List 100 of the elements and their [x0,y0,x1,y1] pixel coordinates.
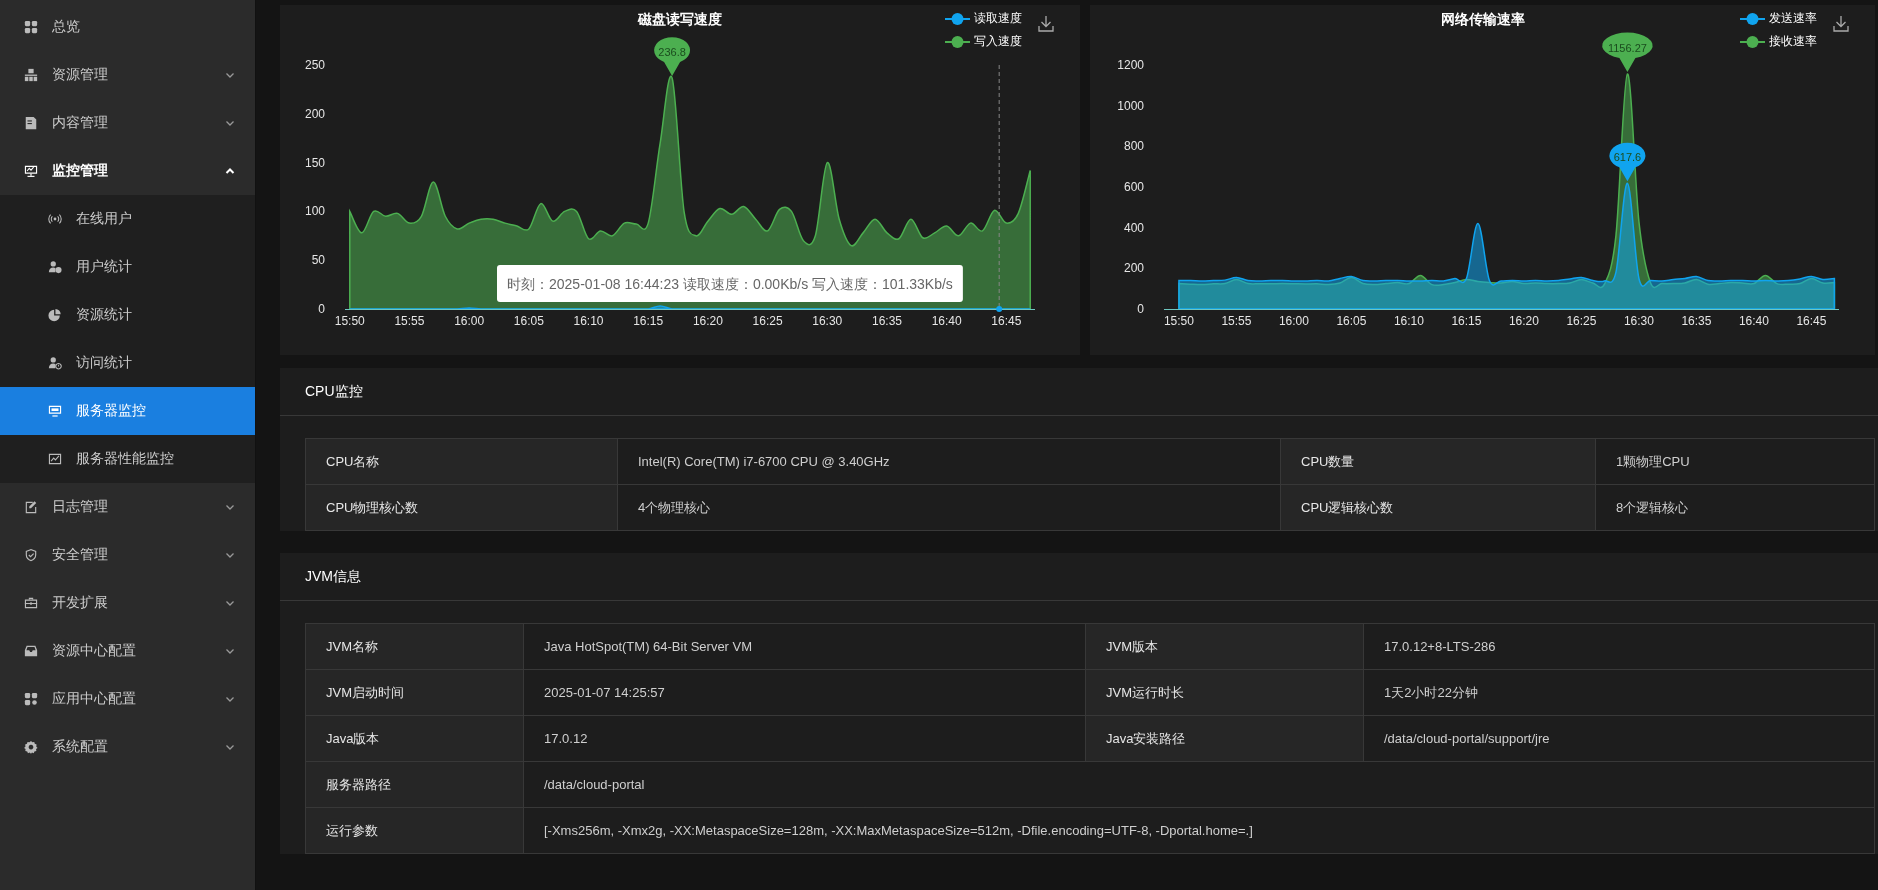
axis-tick-label: 16:15 [1451,314,1482,328]
value-cell: 1颗物理CPU [1596,439,1875,485]
section-title: JVM信息 [280,553,1878,601]
axis-tick-label: 150 [304,155,325,170]
chart-title: 网络传输速率 [1440,11,1525,27]
label-cell: CPU名称 [306,439,618,485]
axis-tick-label: 16:45 [991,314,1022,328]
axis-tick-label: 800 [1123,139,1144,154]
axis-tick-label: 16:20 [692,314,723,328]
axis-tick-label: 600 [1123,180,1144,194]
legend-item[interactable]: 写入速度 [945,33,1022,50]
axis-tick-label: 16:25 [752,314,783,328]
axis-tick-label: 1000 [1117,98,1144,113]
legend-item[interactable]: 接收速率 [1740,33,1817,50]
chevron-down-icon [225,646,235,656]
axis-tick-label: 16:35 [1681,314,1712,328]
section-title: CPU监控 [280,368,1878,416]
annotation: 时刻：2025-01-08 16:44:23 读取速度：0.00Kb/s 写入速度：101.33Kb/s [507,275,953,292]
axis-tick-label: 15:50 [1163,314,1194,328]
menu-group[interactable]: 资源中心配置 [0,627,255,675]
axis-tick-label: 16:40 [931,314,962,328]
download-icon[interactable] [1038,15,1054,32]
axis-tick-label: 1200 [1117,58,1144,72]
annotation: 236.8 [658,45,686,58]
legend-item[interactable]: 发送速率 [1740,10,1817,27]
chevron-down-icon [225,550,235,560]
briefcase-icon [24,596,38,610]
value-cell: Intel(R) Core(TM) i7-6700 CPU @ 3.40GHz [618,439,1281,485]
value-cell: [-Xms256m, -Xmx2g, -XX:MetaspaceSize=128m, -XX:MaxMetaspaceSize=512m, -Dfile.encoding=UTF-8, -Dportal.home=.] [524,808,1875,854]
menu-group[interactable]: 日志管理 [0,483,255,531]
user-chart-icon [48,260,62,274]
axis-tick-label: 16:10 [1393,314,1424,328]
menu-group[interactable]: 监控管理 [0,147,255,195]
label-cell: JVM名称 [306,624,524,670]
label-cell: Java版本 [306,716,524,762]
user-clock-icon [48,356,62,370]
label-cell: 服务器路径 [306,762,524,808]
submenu-item[interactable]: 访问统计 [0,339,255,387]
menu-group[interactable]: 内容管理 [0,99,255,147]
axis-tick-label: 100 [304,204,325,219]
axis-tick-label: 16:05 [1336,314,1367,328]
label-cell: 运行参数 [306,808,524,854]
max-value-pin: 236.8 [654,37,691,76]
chart-tooltip: 时刻：2025-01-08 16:44:23 读取速度：0.00Kb/s 写入速度：101.33Kb/s [497,265,963,302]
menu-group[interactable]: 开发扩展 [0,579,255,627]
value-cell: 4个物理核心 [618,485,1281,531]
axis-tick-label: 16:45 [1796,314,1827,328]
axis-tick-label: 16:30 [1623,314,1654,328]
axis-tick-label: 250 [304,58,325,72]
label-cell: JVM版本 [1086,624,1364,670]
label-cell: CPU数量 [1281,439,1596,485]
label-cell: CPU逻辑核心数 [1281,485,1596,531]
submenu-item[interactable]: 服务器监控 [0,387,255,435]
document-icon [24,116,38,130]
axis-tick-label: 400 [1123,220,1144,235]
grid-icon [24,20,38,34]
shield-icon [24,548,38,562]
menu-group[interactable]: 系统配置 [0,723,255,771]
axis-tick-label: 16:15 [633,314,664,328]
value-cell: /data/cloud-portal [524,762,1875,808]
axis-tick-label: 0 [318,302,325,316]
label-cell: JVM启动时间 [306,670,524,716]
annotation: 617.6 [1613,151,1642,164]
submenu-item[interactable]: 资源统计 [0,291,255,339]
menu-group[interactable]: 安全管理 [0,531,255,579]
value-cell: /data/cloud-portal/support/jre [1364,716,1875,762]
menu-item[interactable]: 总览 [0,3,255,51]
axis-tick-label: 16:00 [454,314,485,328]
chevron-down-icon [225,118,235,128]
axis-tick-label: 16:20 [1508,314,1539,328]
label-cell: Java安装路径 [1086,716,1364,762]
axis-tick-label: 200 [304,106,325,121]
value-cell: 8个逻辑核心 [1596,485,1875,531]
axis-tick-label: 16:35 [871,314,902,328]
axis-tick-label: 0 [1137,302,1144,316]
download-icon[interactable] [1833,15,1849,32]
pencil-icon [24,500,38,514]
axis-tick-label: 16:30 [812,314,843,328]
broadcast-icon [48,212,62,226]
max-value-pin: 1156.27 [1602,32,1653,72]
value-cell: Java HotSpot(TM) 64-Bit Server VM [524,624,1086,670]
axis-tick-label: 15:55 [1221,314,1252,328]
menu-group[interactable]: 应用中心配置 [0,675,255,723]
value-cell: 1天2小时22分钟 [1364,670,1875,716]
label-cell: CPU物理核心数 [306,485,618,531]
annotation: 1156.27 [1607,41,1647,54]
chevron-down-icon [225,70,235,80]
chevron-down-icon [225,598,235,608]
tray-icon [24,644,38,658]
menu-group[interactable]: 资源管理 [0,51,255,99]
axis-tick-label: 200 [1123,261,1144,276]
legend-item[interactable]: 读取速度 [945,10,1022,27]
value-cell: 17.0.12 [524,716,1086,762]
submenu-item[interactable]: 用户统计 [0,243,255,291]
submenu-item[interactable]: 服务器性能监控 [0,435,255,483]
pie-chart-icon [48,308,62,322]
axis-tick-label: 15:50 [334,314,365,328]
axis-tick-label: 16:25 [1566,314,1597,328]
submenu-item[interactable]: 在线用户 [0,195,255,243]
axis-tick-label: 50 [311,253,325,268]
